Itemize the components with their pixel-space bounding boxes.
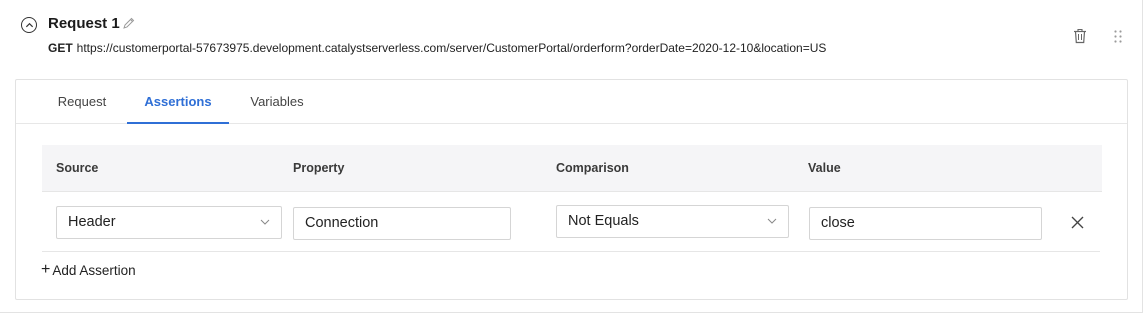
request-url: https://customerportal-57673975.developm…	[76, 41, 827, 55]
trash-icon[interactable]	[1073, 28, 1087, 44]
tab-variables[interactable]: Variables	[237, 80, 317, 124]
header-property: Property	[293, 161, 345, 175]
property-input[interactable]: Connection	[293, 207, 511, 240]
comparison-select[interactable]: Not Equals	[556, 205, 789, 238]
tab-assertions[interactable]: Assertions	[127, 80, 229, 124]
tab-bar: Request Assertions Variables	[16, 80, 1127, 124]
assertions-table-header: Source Property Comparison Value	[42, 145, 1102, 192]
request-method: GET	[48, 41, 73, 55]
request-title: Request 1	[48, 15, 120, 32]
chevron-down-icon	[767, 218, 777, 224]
tab-request[interactable]: Request	[47, 80, 117, 124]
request-line: GET https://customerportal-57673975.devel…	[48, 41, 826, 55]
header-source: Source	[56, 161, 99, 175]
chevron-up-icon	[25, 22, 33, 27]
value-input[interactable]: close	[809, 207, 1042, 240]
header-comparison: Comparison	[556, 161, 629, 175]
chevron-down-icon	[260, 219, 270, 225]
comparison-select-value: Not Equals	[568, 213, 639, 229]
request-card: Request 1 GET https://customerportal-5767…	[0, 0, 1143, 313]
add-assertion-button[interactable]: + Add Assertion	[41, 262, 136, 278]
row-divider	[42, 251, 1100, 252]
source-select-value: Header	[68, 214, 116, 230]
header-value: Value	[808, 161, 841, 175]
plus-icon: +	[41, 261, 51, 278]
close-icon[interactable]	[1071, 216, 1084, 229]
request-details-panel: Request Assertions Variables Source Prop…	[15, 79, 1128, 300]
add-assertion-label: Add Assertion	[52, 262, 136, 278]
pencil-icon[interactable]	[122, 16, 136, 30]
drag-handle-icon[interactable]	[1113, 29, 1123, 45]
collapse-button[interactable]	[21, 17, 37, 33]
source-select[interactable]: Header	[56, 206, 282, 239]
